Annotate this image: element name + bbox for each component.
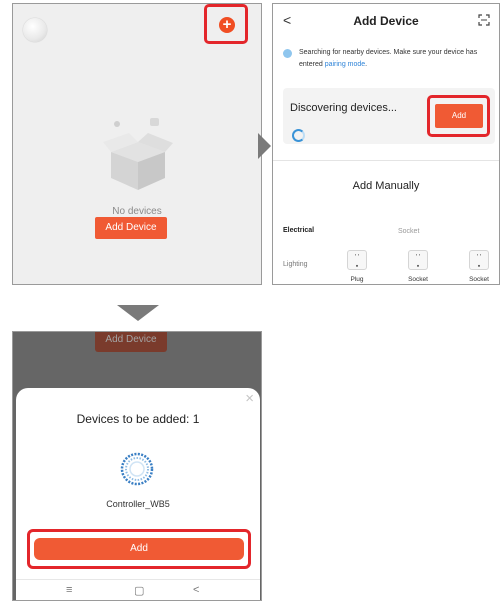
background-add-device-button: Add Device <box>95 332 167 352</box>
socket-section-header: Socket <box>398 228 420 235</box>
home-screen-panel: + No devices Add Device <box>12 3 262 285</box>
add-highlight-box: Add <box>27 529 251 569</box>
device-plug[interactable]: ' ' ▪ Plug <box>337 250 377 283</box>
home-icon[interactable]: ▢ <box>134 584 144 597</box>
page-title: Add Device <box>353 14 419 28</box>
socket-icon: ' ' ▪ <box>469 250 489 270</box>
pairing-mode-link[interactable]: pairing mode <box>325 61 365 68</box>
socket-icon: ' ' ▪ <box>408 250 428 270</box>
add-highlight-box: Add <box>427 95 490 137</box>
device-label: Socket <box>408 276 428 283</box>
category-electrical[interactable]: Electrical <box>283 227 314 234</box>
menu-icon[interactable]: ≡ <box>66 584 72 596</box>
bluetooth-search-icon <box>283 49 292 58</box>
plug-icon: ' ' ▪ <box>347 250 367 270</box>
plus-circle-icon[interactable]: + <box>219 17 235 33</box>
category-lighting[interactable]: Lighting <box>283 261 308 268</box>
add-device-panel: < Add Device Searching for nearby device… <box>272 3 500 285</box>
sheet-title: Devices to be added: 1 <box>76 412 200 426</box>
arrow-right-icon <box>258 133 271 159</box>
divider <box>273 160 499 161</box>
add-device-button[interactable]: Add Device <box>95 217 167 239</box>
bottom-sheet: × Devices to be added: 1 Controller_WB5 … <box>16 388 260 600</box>
arrow-down-icon <box>117 305 159 321</box>
device-socket[interactable]: ' ' ▪ Socket <box>398 250 438 283</box>
close-icon[interactable]: × <box>245 390 254 407</box>
searching-notice: Searching for nearby devices. Make sure … <box>283 47 493 71</box>
device-label: Plug <box>350 276 364 283</box>
device-socket[interactable]: ' ' ▪ Socket <box>459 250 499 283</box>
searching-text-end: . <box>365 61 368 68</box>
add-button[interactable]: Add <box>435 104 483 128</box>
discovering-title: Discovering devices... <box>290 102 397 114</box>
back-icon[interactable]: < <box>193 584 199 596</box>
android-nav-bar: ≡ ▢ < <box>16 579 260 600</box>
avatar[interactable] <box>23 18 47 42</box>
device-loading-icon <box>120 452 154 486</box>
add-button[interactable]: Add <box>34 538 244 560</box>
scan-icon[interactable] <box>478 14 490 26</box>
devices-to-add-panel: Add Device × Devices to be added: 1 Cont… <box>12 331 262 601</box>
device-name: Controller_WB5 <box>106 499 170 509</box>
loading-spinner-icon <box>292 129 305 142</box>
add-highlight-box: + <box>204 4 248 44</box>
add-manually-title: Add Manually <box>352 180 420 192</box>
device-label: Socket <box>469 276 489 283</box>
empty-box-icon <box>103 118 173 190</box>
no-devices-text: No devices <box>112 206 162 217</box>
